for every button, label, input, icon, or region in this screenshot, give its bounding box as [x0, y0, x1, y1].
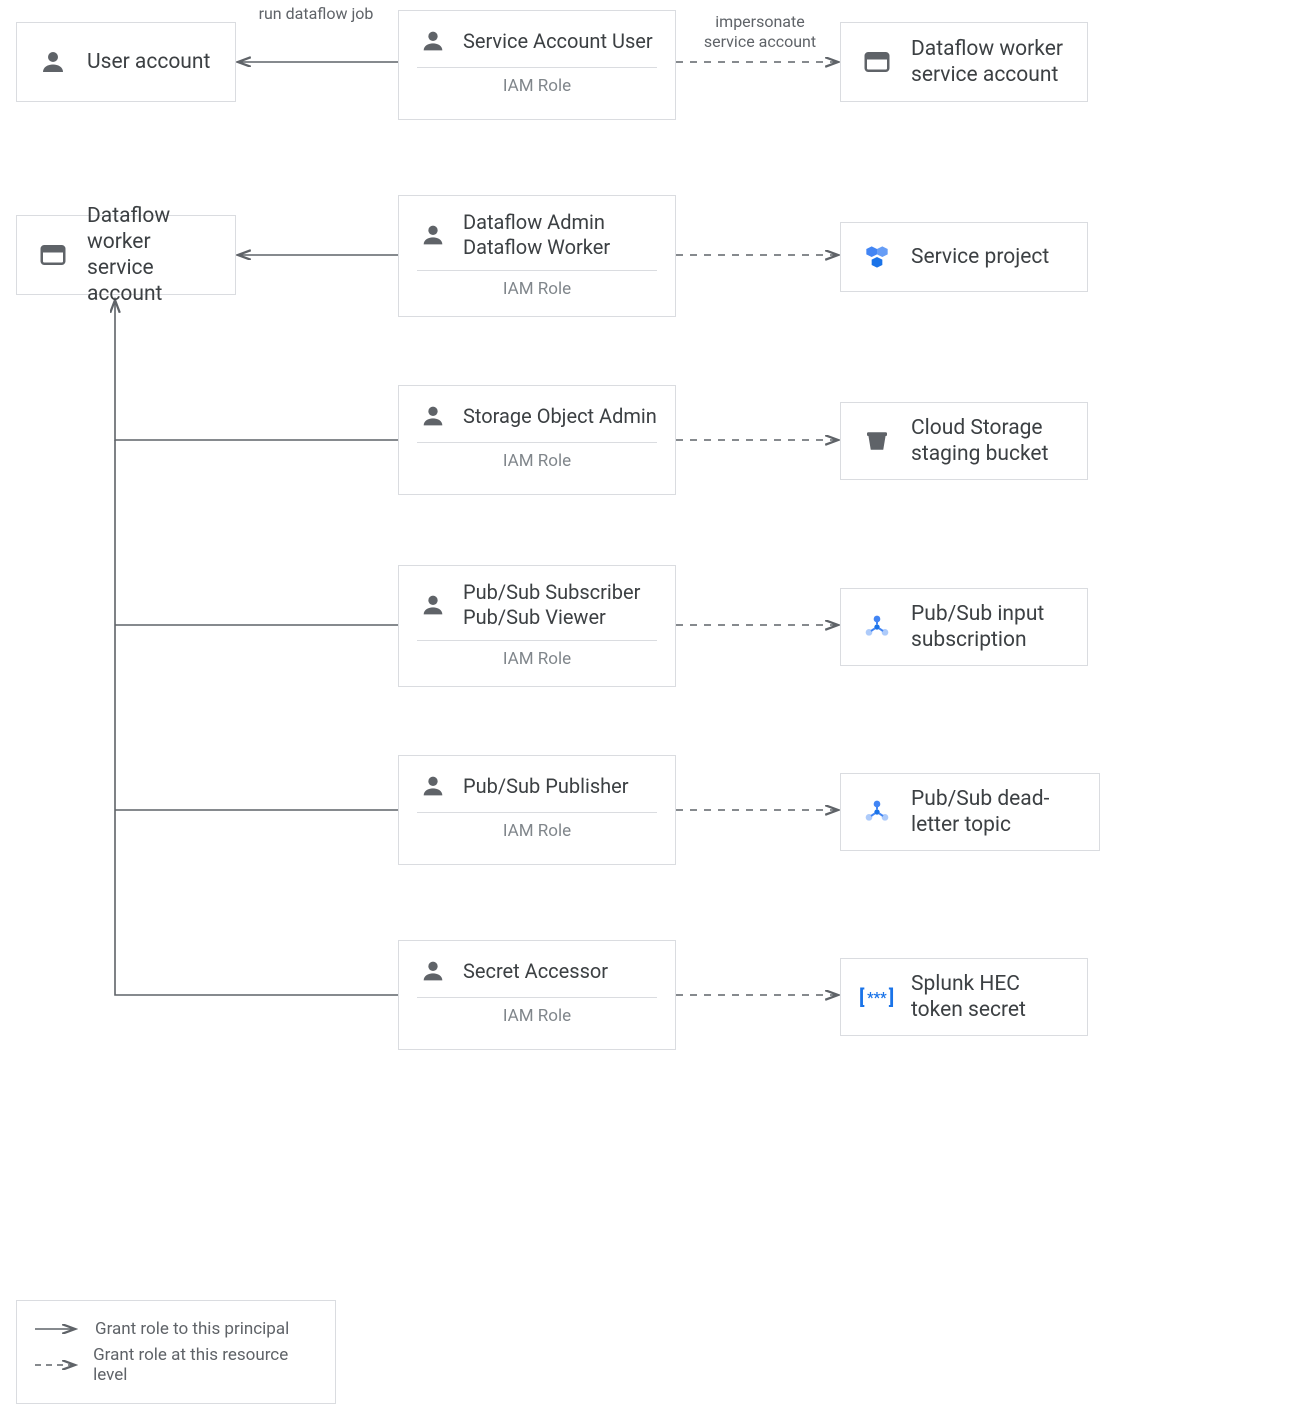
user-icon	[417, 25, 449, 57]
edge-label-impersonate-sa: impersonate service account	[690, 12, 830, 52]
role-title-line: Pub/Sub Viewer	[463, 605, 606, 629]
user-icon	[417, 955, 449, 987]
legend-arrow-solid	[35, 1329, 81, 1330]
role-title-line: Dataflow Worker	[463, 235, 610, 259]
role-subtitle: IAM Role	[417, 279, 657, 299]
node-label: Dataflow worker service account	[87, 203, 217, 308]
node-service-project: Service project	[840, 222, 1088, 292]
node-splunk-secret: [ *** ] Splunk HEC token secret	[840, 958, 1088, 1036]
svg-text:***: ***	[867, 989, 887, 1006]
legend-arrow-dashed	[35, 1365, 79, 1366]
role-title: Storage Object Admin	[463, 404, 657, 429]
node-label: User account	[87, 49, 210, 75]
role-title-line: Dataflow Admin	[463, 210, 605, 234]
bucket-icon	[859, 423, 895, 459]
project-icon	[859, 239, 895, 275]
role-pubsub-sub-viewer: Pub/Sub Subscriber Pub/Sub Viewer IAM Ro…	[398, 565, 676, 687]
service-account-icon	[859, 44, 895, 80]
node-label: Cloud Storage staging bucket	[911, 415, 1069, 468]
pubsub-icon	[859, 609, 895, 645]
legend-text: Grant role at this resource level	[93, 1345, 317, 1385]
node-dataflow-worker-sa-left: Dataflow worker service account	[16, 215, 236, 295]
role-service-account-user: Service Account User IAM Role	[398, 10, 676, 120]
user-icon	[417, 589, 449, 621]
node-label: Pub/Sub input subscription	[911, 601, 1069, 654]
svg-text:]: ]	[889, 986, 894, 1009]
role-subtitle: IAM Role	[417, 1006, 657, 1026]
user-icon	[417, 400, 449, 432]
pubsub-icon	[859, 794, 895, 830]
role-title: Pub/Sub Publisher	[463, 774, 629, 799]
node-label: Splunk HEC token secret	[911, 971, 1069, 1024]
node-label: Pub/Sub dead-letter topic	[911, 786, 1081, 839]
role-subtitle: IAM Role	[417, 649, 657, 669]
role-pubsub-publisher: Pub/Sub Publisher IAM Role	[398, 755, 676, 865]
role-storage-object-admin: Storage Object Admin IAM Role	[398, 385, 676, 495]
legend-row-solid: Grant role to this principal	[35, 1319, 317, 1339]
role-title: Secret Accessor	[463, 959, 608, 984]
role-title: Service Account User	[463, 29, 653, 54]
legend-row-dashed: Grant role at this resource level	[35, 1345, 317, 1385]
role-title-line: Pub/Sub Subscriber	[463, 580, 640, 604]
node-cloud-storage: Cloud Storage staging bucket	[840, 402, 1088, 480]
role-subtitle: IAM Role	[417, 821, 657, 841]
edge-label-run-dataflow-job: run dataflow job	[246, 4, 386, 24]
svg-text:[: [	[859, 986, 865, 1009]
node-label: Service project	[911, 244, 1049, 270]
role-subtitle: IAM Role	[417, 76, 657, 96]
role-subtitle: IAM Role	[417, 451, 657, 471]
legend-text: Grant role to this principal	[95, 1319, 289, 1339]
legend: Grant role to this principal Grant role …	[16, 1300, 336, 1404]
role-secret-accessor: Secret Accessor IAM Role	[398, 940, 676, 1050]
node-pubsub-dead: Pub/Sub dead-letter topic	[840, 773, 1100, 851]
secret-icon: [ *** ]	[859, 979, 895, 1015]
user-icon	[417, 219, 449, 251]
node-user-account: User account	[16, 22, 236, 102]
edge-label-text: run dataflow job	[259, 4, 374, 23]
role-title: Dataflow Admin Dataflow Worker	[463, 210, 610, 260]
node-label: Dataflow worker service account	[911, 36, 1069, 89]
user-icon	[35, 44, 71, 80]
edge-label-text: impersonate service account	[704, 12, 816, 51]
user-icon	[417, 770, 449, 802]
role-title: Pub/Sub Subscriber Pub/Sub Viewer	[463, 580, 640, 630]
node-dataflow-worker-sa-top: Dataflow worker service account	[840, 22, 1088, 102]
role-dataflow-admin-worker: Dataflow Admin Dataflow Worker IAM Role	[398, 195, 676, 317]
node-pubsub-input: Pub/Sub input subscription	[840, 588, 1088, 666]
service-account-icon	[35, 237, 71, 273]
